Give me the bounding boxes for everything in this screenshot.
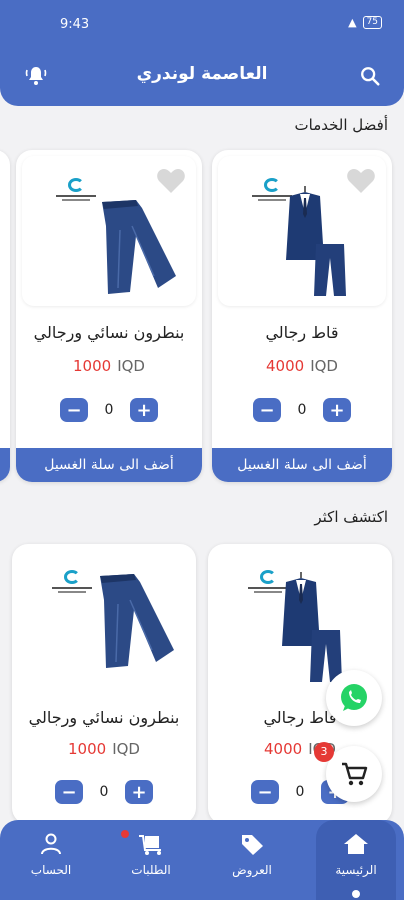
nav-label: الرئيسية xyxy=(335,863,377,877)
nav-account[interactable]: الحساب xyxy=(16,832,86,877)
suit-image xyxy=(282,572,342,682)
product-name: بنطرون نسائي ورجالي xyxy=(33,323,185,342)
battery-icon: 75 xyxy=(362,16,382,29)
decrease-button[interactable]: − xyxy=(251,780,279,804)
whatsapp-icon xyxy=(341,684,367,711)
decrease-button[interactable]: − xyxy=(253,398,281,422)
quantity-value: 0 xyxy=(99,784,109,800)
signal-icon: ▲ xyxy=(348,16,357,29)
price-value: 1000 xyxy=(68,740,107,758)
quantity-stepper: − 0 + xyxy=(212,398,392,422)
product-name: بنطرون نسائي ورجالي xyxy=(28,708,180,727)
quantity-stepper: − 0 + xyxy=(16,398,202,422)
decrease-button[interactable]: − xyxy=(55,780,83,804)
person-icon xyxy=(41,833,61,855)
product-name: قاط رجالي xyxy=(265,323,339,342)
app-header: 9:43 ▲ 75 العاصمة لوندري xyxy=(0,0,404,106)
add-to-basket-button[interactable]: أضف الى سلة الغسيل xyxy=(16,448,202,482)
price-value: 1000 xyxy=(73,357,112,375)
quantity-value: 0 xyxy=(297,402,307,418)
product-price: 4000 IQD xyxy=(212,357,392,375)
product-price: 1000 IQD xyxy=(12,740,196,758)
jeans-image xyxy=(102,200,176,294)
price-value: 4000 xyxy=(264,740,303,758)
status-icons: ▲ 75 xyxy=(348,16,382,29)
nav-offers[interactable]: العروض xyxy=(217,832,287,877)
add-to-basket-button[interactable]: أضف الى سلة الغسيل xyxy=(212,448,392,482)
status-time: 9:43 xyxy=(60,17,90,32)
cart-button[interactable] xyxy=(326,746,382,802)
increase-button[interactable]: + xyxy=(323,398,351,422)
nav-label: الطلبات xyxy=(131,863,171,877)
partial-product-card[interactable] xyxy=(0,150,10,482)
active-dot xyxy=(352,890,360,898)
price-currency: IQD xyxy=(117,357,145,375)
product-image-jeans xyxy=(18,550,190,700)
product-card-suit[interactable]: قاط رجالي 4000 IQD − 0 + أضف الى سلة الغس… xyxy=(212,150,392,482)
explore-card-jeans[interactable]: بنطرون نسائي ورجالي 1000 IQD − 0 + xyxy=(12,544,196,824)
nav-label: الحساب xyxy=(30,863,72,877)
product-price: 1000 IQD xyxy=(16,357,202,375)
tag-icon xyxy=(242,835,263,855)
quantity-value: 0 xyxy=(104,402,114,418)
product-image-suit xyxy=(218,156,386,306)
brand-logo xyxy=(52,570,92,595)
whatsapp-button[interactable] xyxy=(326,670,382,726)
add-to-basket-button[interactable] xyxy=(0,448,10,482)
nav-orders[interactable]: الطلبات xyxy=(116,830,186,877)
jeans-image xyxy=(100,574,174,668)
increase-button[interactable]: + xyxy=(125,780,153,804)
increase-button[interactable]: + xyxy=(130,398,158,422)
favorite-heart-icon[interactable] xyxy=(346,168,376,198)
price-currency: IQD xyxy=(112,740,140,758)
quantity-stepper: − 0 + xyxy=(12,780,196,804)
product-image-jeans xyxy=(22,156,196,306)
quantity-value: 0 xyxy=(295,784,305,800)
search-icon[interactable] xyxy=(356,62,384,90)
nav-label: العروض xyxy=(232,863,272,877)
favorite-heart-icon[interactable] xyxy=(156,168,186,198)
decrease-button[interactable]: − xyxy=(60,398,88,422)
bottom-navigation: الرئيسية العروض الطلبات الحساب xyxy=(0,820,404,900)
orders-notification-dot xyxy=(121,830,129,838)
brand-logo xyxy=(56,178,96,203)
nav-home[interactable]: الرئيسية xyxy=(321,832,391,898)
price-currency: IQD xyxy=(310,357,338,375)
home-icon xyxy=(344,834,368,854)
price-value: 4000 xyxy=(266,357,305,375)
product-card-jeans[interactable]: بنطرون نسائي ورجالي 1000 IQD − 0 + أضف ال… xyxy=(16,150,202,482)
app-title: العاصمة لوندري xyxy=(136,64,268,84)
cart-box-icon xyxy=(139,835,161,855)
suit-image xyxy=(286,186,346,296)
shopping-cart-icon xyxy=(342,762,368,786)
cart-count-badge: 3 xyxy=(314,742,334,762)
section-title-best: أفضل الخدمات xyxy=(294,116,389,134)
section-title-explore: اكتشف اكثر xyxy=(314,508,388,526)
